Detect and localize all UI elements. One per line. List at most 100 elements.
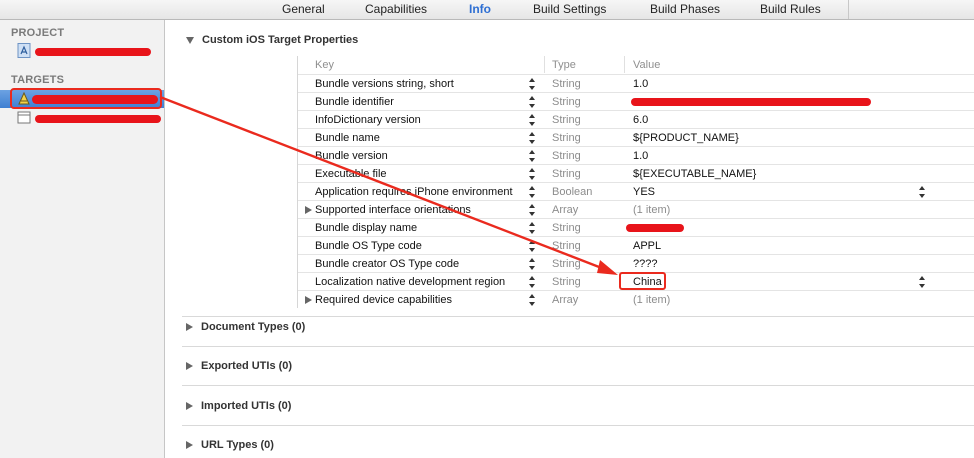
properties-table: Key Type Value Bundle versions string, s… bbox=[297, 56, 974, 308]
row-value[interactable]: 6.0 bbox=[633, 114, 648, 126]
disclosure-collapsed-icon[interactable] bbox=[186, 323, 193, 332]
section-document-types[interactable]: Document Types (0) bbox=[186, 321, 305, 333]
table-row[interactable]: Application requires iPhone environment B… bbox=[298, 182, 974, 201]
app-target-icon bbox=[18, 91, 30, 105]
column-separator bbox=[624, 56, 625, 73]
table-row[interactable]: Bundle creator OS Type code String???? bbox=[298, 254, 974, 273]
row-type: String bbox=[552, 114, 581, 126]
divider bbox=[182, 385, 974, 386]
table-row[interactable]: InfoDictionary version String 6.0 bbox=[298, 110, 974, 129]
section-title: Document Types (0) bbox=[201, 321, 306, 333]
key-stepper-icon[interactable] bbox=[528, 149, 536, 163]
project-header: PROJECT bbox=[11, 27, 65, 39]
row-type: String bbox=[552, 168, 581, 180]
section-custom-properties[interactable]: Custom iOS Target Properties bbox=[186, 34, 358, 46]
section-exported-utis[interactable]: Exported UTIs (0) bbox=[186, 360, 292, 372]
key-stepper-icon[interactable] bbox=[528, 293, 536, 307]
tab-general[interactable]: General bbox=[282, 2, 325, 16]
row-value[interactable]: ${EXECUTABLE_NAME} bbox=[633, 168, 756, 180]
row-key: Executable file bbox=[315, 168, 387, 180]
table-row[interactable]: Bundle identifier String bbox=[298, 92, 974, 111]
disclosure-collapsed-icon[interactable] bbox=[186, 441, 193, 450]
redacted-test-target-name bbox=[35, 115, 161, 123]
section-title: Imported UTIs (0) bbox=[201, 400, 292, 412]
value-stepper-icon[interactable] bbox=[918, 275, 926, 289]
header-value: Value bbox=[633, 59, 661, 71]
tab-capabilities[interactable]: Capabilities bbox=[365, 2, 427, 16]
row-value[interactable]: 1.0 bbox=[633, 150, 648, 162]
table-header: Key Type Value bbox=[298, 56, 974, 73]
divider bbox=[182, 425, 974, 426]
row-type: String bbox=[552, 150, 581, 162]
table-row[interactable]: Localization native development region St… bbox=[298, 272, 974, 291]
table-row[interactable]: Bundle versions string, short String 1.0 bbox=[298, 74, 974, 93]
key-stepper-icon[interactable] bbox=[528, 131, 536, 145]
row-key: InfoDictionary version bbox=[315, 114, 421, 126]
disclosure-collapsed-icon[interactable] bbox=[186, 362, 193, 371]
table-row[interactable]: Bundle name String ${PRODUCT_NAME} bbox=[298, 128, 974, 147]
row-value[interactable]: (1 item) bbox=[633, 204, 670, 216]
row-key: Localization native development region bbox=[315, 276, 506, 288]
value-stepper-icon[interactable] bbox=[918, 185, 926, 199]
sidebar-item-test-target[interactable] bbox=[0, 109, 164, 127]
row-type: String bbox=[552, 240, 581, 252]
key-stepper-icon[interactable] bbox=[528, 275, 536, 289]
row-key: Bundle creator OS Type code bbox=[315, 258, 460, 270]
row-key: Bundle version bbox=[315, 150, 388, 162]
table-row[interactable]: Required device capabilities Array (1 item… bbox=[298, 290, 974, 309]
row-key: Supported interface orientations bbox=[315, 204, 471, 216]
redacted-project-name bbox=[35, 48, 151, 56]
row-value[interactable]: 1.0 bbox=[633, 78, 648, 90]
table-row[interactable]: Bundle OS Type code String APPL bbox=[298, 236, 974, 255]
row-type: Array bbox=[552, 294, 579, 306]
key-stepper-icon[interactable] bbox=[528, 221, 536, 235]
sidebar-item-app-target[interactable] bbox=[0, 90, 164, 108]
key-stepper-icon[interactable] bbox=[528, 113, 536, 127]
key-stepper-icon[interactable] bbox=[528, 257, 536, 271]
tab-build-phases[interactable]: Build Phases bbox=[650, 2, 720, 16]
row-value[interactable]: ???? bbox=[633, 258, 657, 270]
tab-info[interactable]: Info bbox=[469, 2, 491, 16]
row-type: String bbox=[552, 96, 581, 108]
project-file-icon bbox=[17, 43, 31, 58]
table-row[interactable]: Bundle version String 1.0 bbox=[298, 146, 974, 165]
row-value[interactable]: APPL bbox=[633, 240, 661, 252]
table-row[interactable]: Bundle display name String bbox=[298, 218, 974, 237]
row-value[interactable]: (1 item) bbox=[633, 294, 670, 306]
key-stepper-icon[interactable] bbox=[528, 203, 536, 217]
row-value[interactable]: ${PRODUCT_NAME} bbox=[633, 132, 739, 144]
section-url-types[interactable]: URL Types (0) bbox=[186, 439, 274, 451]
tab-build-rules[interactable]: Build Rules bbox=[760, 2, 821, 16]
row-type: String bbox=[552, 78, 581, 90]
row-key: Bundle identifier bbox=[315, 96, 394, 108]
divider bbox=[182, 346, 974, 347]
row-value[interactable]: YES bbox=[633, 186, 655, 198]
disclosure-expanded-icon[interactable] bbox=[186, 36, 194, 44]
row-disclosure-icon[interactable] bbox=[305, 206, 312, 214]
key-stepper-icon[interactable] bbox=[528, 77, 536, 91]
annotation-highlight-box bbox=[619, 272, 666, 290]
table-row[interactable]: Executable file String ${EXECUTABLE_NAME} bbox=[298, 164, 974, 183]
key-stepper-icon[interactable] bbox=[528, 239, 536, 253]
row-type: String bbox=[552, 258, 581, 270]
row-key: Bundle OS Type code bbox=[315, 240, 422, 252]
tab-separator bbox=[848, 0, 849, 19]
key-stepper-icon[interactable] bbox=[528, 185, 536, 199]
row-type: Boolean bbox=[552, 186, 593, 198]
row-type: String bbox=[552, 222, 581, 234]
disclosure-collapsed-icon[interactable] bbox=[186, 402, 193, 411]
section-imported-utis[interactable]: Imported UTIs (0) bbox=[186, 400, 291, 412]
row-key: Bundle display name bbox=[315, 222, 418, 234]
sidebar-item-project[interactable] bbox=[0, 42, 164, 60]
row-disclosure-icon[interactable] bbox=[305, 296, 312, 304]
key-stepper-icon[interactable] bbox=[528, 95, 536, 109]
row-key: Application requires iPhone environment bbox=[315, 186, 513, 198]
key-stepper-icon[interactable] bbox=[528, 167, 536, 181]
redacted-target-name bbox=[32, 95, 158, 104]
table-row[interactable]: Supported interface orientations Array (1 … bbox=[298, 200, 974, 219]
row-type: String bbox=[552, 276, 581, 288]
row-key: Bundle versions string, short bbox=[315, 78, 454, 90]
sidebar: PROJECT TARGETS bbox=[0, 20, 165, 458]
tab-build-settings[interactable]: Build Settings bbox=[533, 2, 606, 16]
redacted-display-name bbox=[626, 224, 684, 232]
